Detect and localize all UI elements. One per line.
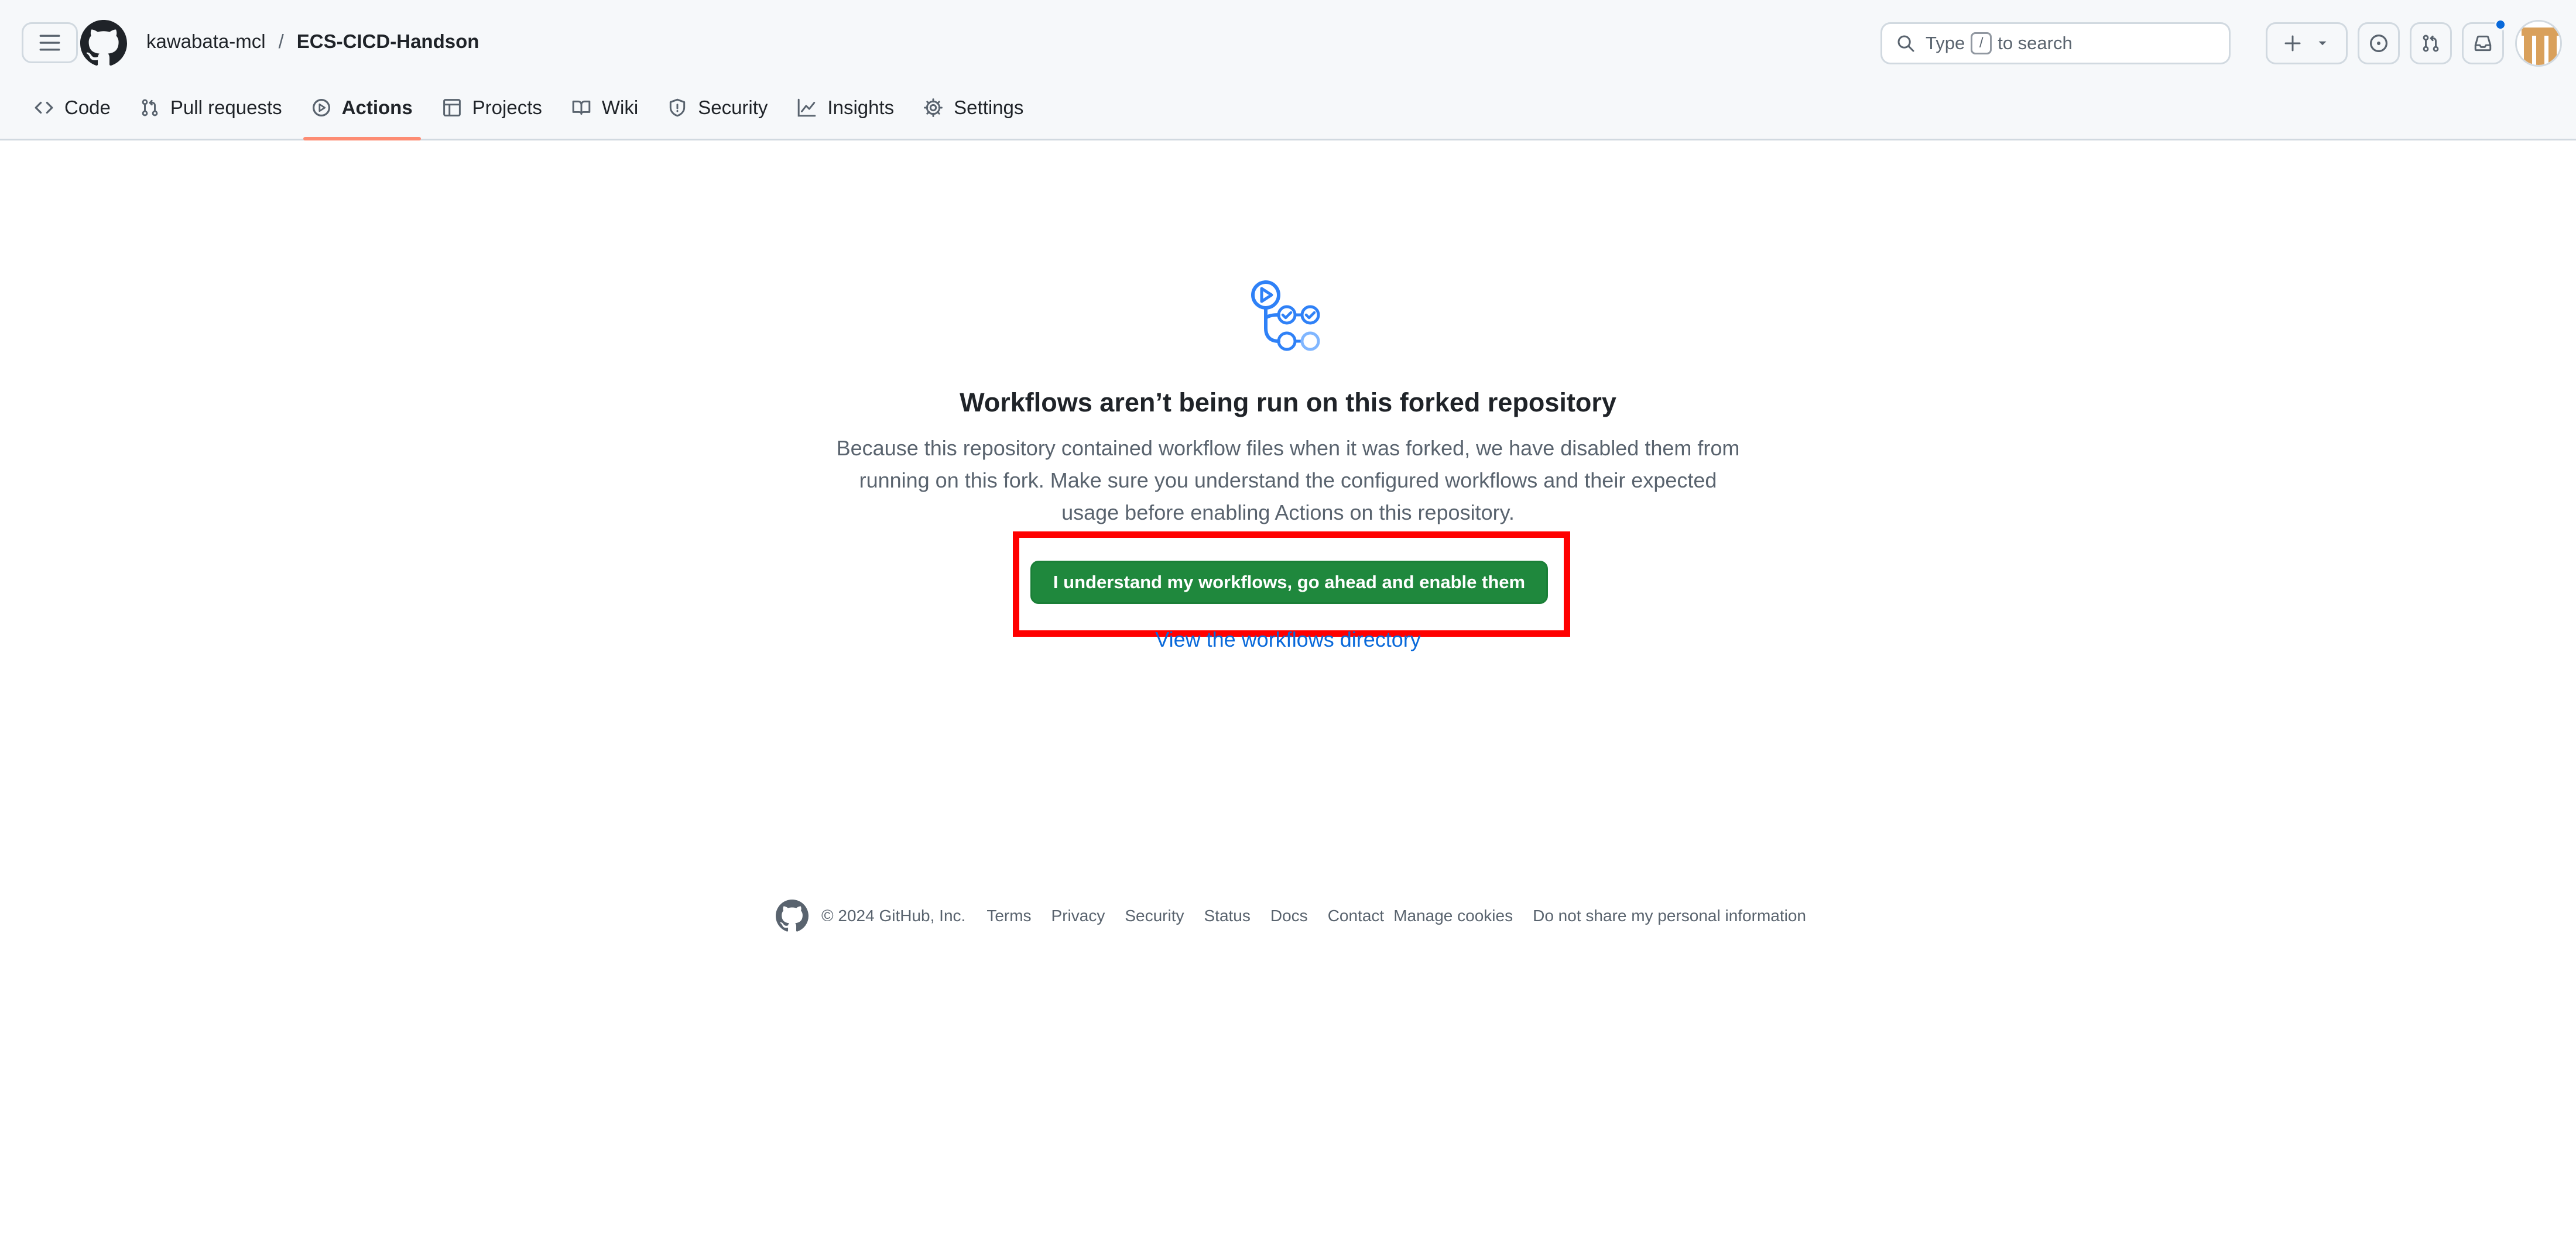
triangle-down-icon xyxy=(2318,41,2327,46)
workflow-icon xyxy=(1251,280,1320,351)
blankslate-description: Because this repository contained workfl… xyxy=(814,432,1762,528)
tab-projects[interactable]: Projects xyxy=(434,88,550,128)
search-shortcut-key: / xyxy=(1971,32,1992,54)
code-icon xyxy=(35,101,53,114)
search-icon xyxy=(1897,35,1914,52)
play-icon xyxy=(312,99,330,116)
hamburger-icon xyxy=(39,35,60,51)
app-header: kawabata-mcl / ECS-CICD-Handson Type / t… xyxy=(0,0,2576,140)
plus-icon xyxy=(2284,35,2301,52)
description-line: running on this fork. Make sure you unde… xyxy=(859,468,1717,492)
description-line: usage before enabling Actions on this re… xyxy=(1061,500,1515,524)
git-pull-request-icon xyxy=(142,99,158,116)
repo-name-link[interactable]: ECS-CICD-Handson xyxy=(297,30,479,53)
blankslate-title: Workflows aren’t being run on this forke… xyxy=(960,387,1616,417)
inbox-icon xyxy=(2474,35,2492,52)
footer-link-manage-cookies[interactable]: Manage cookies xyxy=(1393,907,1513,925)
tab-insights[interactable]: Insights xyxy=(789,88,902,128)
tab-wiki[interactable]: Wiki xyxy=(563,88,646,128)
shield-icon xyxy=(670,98,686,117)
tab-security[interactable]: Security xyxy=(659,88,776,128)
search-input[interactable]: Type / to search xyxy=(1880,22,2231,64)
avatar-identicon-icon xyxy=(2517,22,2560,65)
github-logo-icon[interactable] xyxy=(776,900,809,932)
search-placeholder-suffix: to search xyxy=(1998,33,2073,53)
tab-code[interactable]: Code xyxy=(26,88,119,128)
footer-link-docs[interactable]: Docs xyxy=(1270,907,1308,925)
description-line: Because this repository contained workfl… xyxy=(836,436,1740,460)
footer-link-contact[interactable]: Contact xyxy=(1328,907,1385,925)
tab-actions-label: Actions xyxy=(341,97,413,118)
git-pull-request-icon xyxy=(2423,35,2439,52)
issues-button[interactable] xyxy=(2358,22,2400,64)
tab-projects-label: Projects xyxy=(472,97,542,118)
footer-link-status[interactable]: Status xyxy=(1204,907,1251,925)
tab-code-label: Code xyxy=(64,97,111,118)
footer-link-privacy[interactable]: Privacy xyxy=(1051,907,1105,925)
repo-owner-link[interactable]: kawabata-mcl xyxy=(146,30,266,53)
repo-nav-tabs: Code Pull requests Actions Projects Wiki… xyxy=(26,88,1044,140)
breadcrumb-separator: / xyxy=(278,30,284,52)
tab-pull-requests[interactable]: Pull requests xyxy=(132,88,290,128)
book-icon xyxy=(572,100,591,115)
tab-settings[interactable]: Settings xyxy=(915,88,1032,128)
gear-icon xyxy=(924,98,943,117)
tab-pull-requests-label: Pull requests xyxy=(170,97,282,118)
footer-link-terms[interactable]: Terms xyxy=(986,907,1031,925)
hamburger-menu-button[interactable] xyxy=(22,22,78,63)
tab-actions[interactable]: Actions xyxy=(303,88,421,140)
create-new-button[interactable] xyxy=(2266,22,2348,64)
page-footer: © 2024 GitHub, Inc. Terms Privacy Securi… xyxy=(776,899,1826,933)
tab-insights-label: Insights xyxy=(827,97,895,118)
tab-settings-label: Settings xyxy=(954,97,1024,118)
footer-copyright: © 2024 GitHub, Inc. xyxy=(821,907,966,925)
tab-wiki-label: Wiki xyxy=(601,97,639,118)
issue-opened-icon xyxy=(2370,35,2387,52)
notification-indicator xyxy=(2495,19,2506,30)
enable-workflows-button[interactable]: I understand my workflows, go ahead and … xyxy=(1030,561,1548,604)
table-icon xyxy=(443,99,461,116)
user-avatar[interactable] xyxy=(2515,20,2562,67)
github-logo-icon[interactable] xyxy=(80,20,127,67)
footer-link-security[interactable]: Security xyxy=(1125,907,1184,925)
search-placeholder-prefix: Type xyxy=(1926,33,1965,53)
footer-link-do-not-share[interactable]: Do not share my personal information xyxy=(1533,907,1806,925)
pull-requests-button[interactable] xyxy=(2410,22,2452,64)
graph-icon xyxy=(798,98,816,117)
workflows-directory-link[interactable]: View the workflows directory xyxy=(703,627,1873,652)
breadcrumb: kawabata-mcl / ECS-CICD-Handson xyxy=(146,30,479,53)
tab-security-label: Security xyxy=(698,97,768,118)
